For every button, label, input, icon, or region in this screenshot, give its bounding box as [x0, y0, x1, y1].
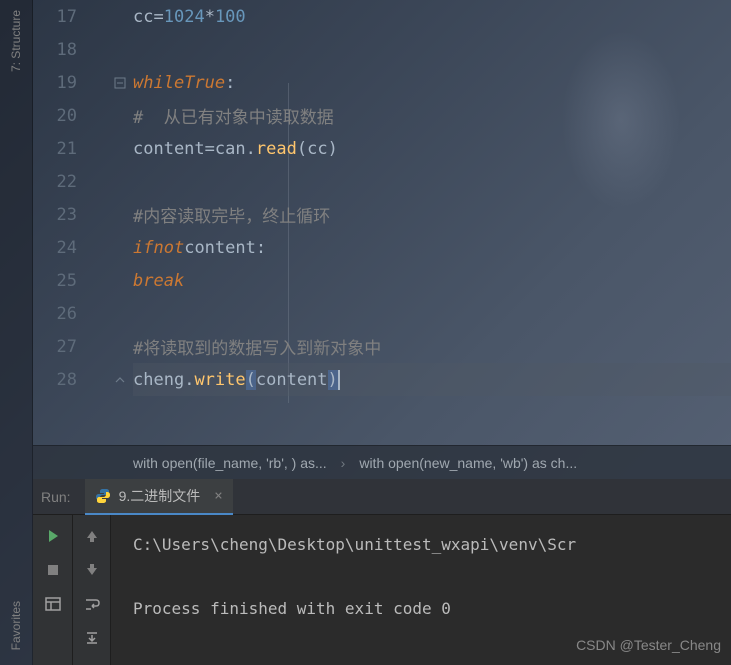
text-cursor — [338, 370, 340, 390]
favorites-tool-button[interactable]: Favorites — [9, 601, 23, 650]
run-tool-window: Run: 9.二进制文件 × — [33, 479, 731, 665]
code-line-current[interactable]: cheng.write(content) — [133, 363, 731, 396]
stop-button[interactable] — [42, 559, 64, 581]
run-toolbar-primary — [33, 515, 73, 665]
code-line[interactable] — [133, 297, 731, 330]
rerun-button[interactable] — [42, 525, 64, 547]
code-line[interactable]: #内容读取完毕，终止循环 — [133, 198, 731, 231]
scroll-to-end-button[interactable] — [81, 627, 103, 649]
breadcrumb-item[interactable]: with open(file_name, 'rb', ) as... — [133, 455, 327, 471]
console-output[interactable]: C:\Users\cheng\Desktop\unittest_wxapi\ve… — [111, 515, 731, 665]
line-number: 28 — [33, 370, 95, 390]
code-line[interactable]: while True: — [133, 66, 731, 99]
console-line: C:\Users\cheng\Desktop\unittest_wxapi\ve… — [133, 535, 576, 554]
code-line[interactable]: # 从已有对象中读取数据 — [133, 99, 731, 132]
code-content[interactable]: cc = 1024 * 100 while True: # 从已有对象中读取数据… — [133, 0, 731, 396]
code-line[interactable]: content = can.read(cc) — [133, 132, 731, 165]
breadcrumb-bar: with open(file_name, 'rb', ) as... › wit… — [33, 445, 731, 479]
code-line[interactable]: if not content: — [133, 231, 731, 264]
code-line[interactable] — [133, 165, 731, 198]
left-tool-sidebar: 7: Structure Favorites — [0, 0, 33, 665]
line-number: 23 — [33, 205, 95, 225]
line-number: 26 — [33, 304, 95, 324]
fold-up-icon[interactable] — [113, 373, 127, 387]
python-icon — [95, 488, 111, 504]
console-line: Process finished with exit code 0 — [133, 599, 451, 618]
code-editor[interactable]: 17 18 19 20 21 22 23 24 25 26 27 28 cc =… — [33, 0, 731, 445]
watermark-text: CSDN @Tester_Cheng — [576, 631, 721, 659]
line-number: 21 — [33, 139, 95, 159]
layout-button[interactable] — [42, 593, 64, 615]
run-configuration-tab[interactable]: 9.二进制文件 × — [85, 479, 233, 515]
run-panel-label: Run: — [33, 489, 85, 505]
close-tab-icon[interactable]: × — [214, 488, 222, 504]
soft-wrap-button[interactable] — [81, 593, 103, 615]
line-number: 22 — [33, 172, 95, 192]
line-number: 20 — [33, 106, 95, 126]
code-line[interactable]: cc = 1024 * 100 — [133, 0, 731, 33]
run-toolbar-secondary — [73, 515, 111, 665]
editor-gutter: 17 18 19 20 21 22 23 24 25 26 27 28 — [33, 0, 133, 445]
down-arrow-icon[interactable] — [81, 559, 103, 581]
structure-tool-button[interactable]: 7: Structure — [9, 10, 23, 72]
up-arrow-icon[interactable] — [81, 525, 103, 547]
line-number: 25 — [33, 271, 95, 291]
run-tabs-bar: Run: 9.二进制文件 × — [33, 479, 731, 515]
line-number: 19 — [33, 73, 95, 93]
code-line[interactable] — [133, 33, 731, 66]
line-number: 17 — [33, 7, 95, 27]
run-tab-name: 9.二进制文件 — [119, 486, 201, 506]
line-number: 18 — [33, 40, 95, 60]
breadcrumb-item[interactable]: with open(new_name, 'wb') as ch... — [359, 455, 577, 471]
code-line[interactable]: break — [133, 264, 731, 297]
line-number: 27 — [33, 337, 95, 357]
chevron-right-icon: › — [341, 455, 346, 471]
fold-minus-icon[interactable] — [113, 76, 127, 90]
line-number: 24 — [33, 238, 95, 258]
code-line[interactable]: #将读取到的数据写入到新对象中 — [133, 330, 731, 363]
